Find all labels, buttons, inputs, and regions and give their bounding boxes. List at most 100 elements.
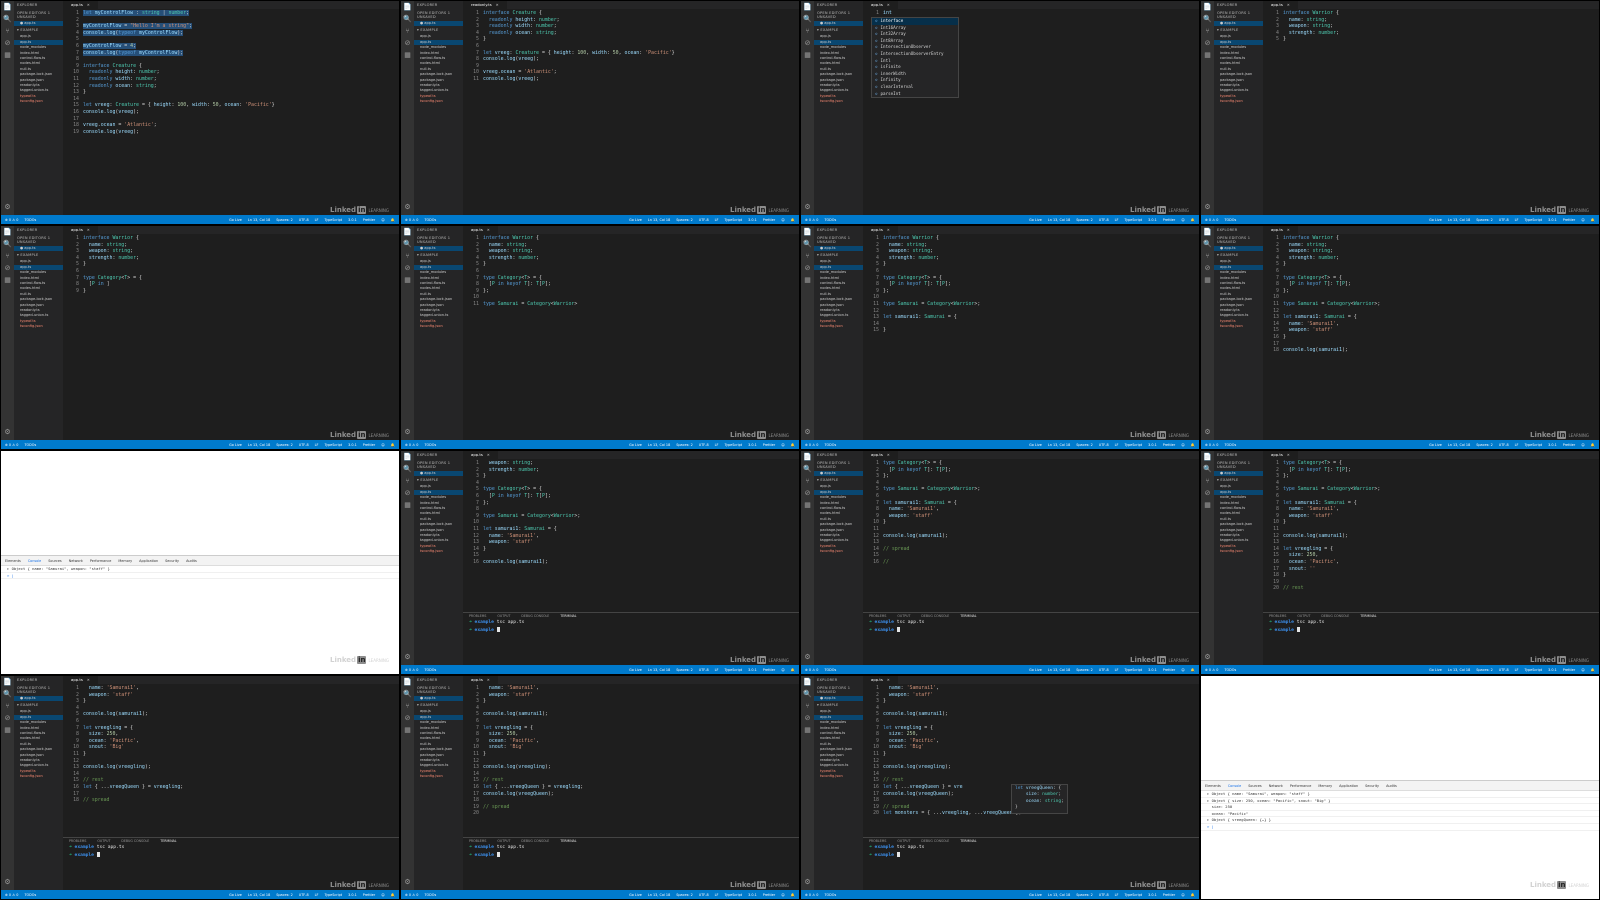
panel-tab[interactable]: OUTPUT (97, 838, 110, 845)
status-item[interactable]: Go Live (1429, 668, 1442, 672)
open-editors-header[interactable]: OPEN EDITORS 1 UNSAVED (414, 9, 463, 21)
status-item[interactable]: 🔔 (791, 668, 795, 672)
code-editor[interactable]: 1 interface Warrior {2 name: string; 3 wea… (63, 235, 399, 294)
open-editors-header[interactable]: OPEN EDITORS 1 UNSAVED (814, 459, 863, 471)
code-editor[interactable]: 1 int (863, 10, 1199, 17)
close-icon[interactable]: ✕ (887, 228, 890, 232)
video-thumbnail[interactable]: 📄 🔍 ⑂ ⊘ ▦ ⚙ EXPLORER OPEN EDITORS 1 UNSAVED ● ap… (1200, 450, 1600, 675)
close-icon[interactable]: ✕ (487, 678, 490, 682)
explorer-icon[interactable]: 📄 (1, 1, 14, 13)
status-item[interactable]: 🔔 (791, 893, 795, 897)
status-item[interactable]: Spaces: 2 (676, 893, 692, 897)
status-item[interactable]: Ln 13, Col 18 (648, 893, 670, 897)
extensions-icon[interactable]: ▦ (401, 724, 414, 736)
status-item[interactable]: Spaces: 2 (1076, 893, 1092, 897)
project-folder[interactable]: ▾ EXAMPLE (814, 26, 863, 34)
editor-tab[interactable]: app.ts ✕ (1263, 226, 1299, 234)
explorer-icon[interactable]: 📄 (801, 451, 814, 463)
autocomplete-item[interactable]: ◇ Int8Array (872, 38, 958, 45)
status-item[interactable]: 🔔 (791, 218, 795, 222)
status-item[interactable]: UTF-8 (299, 443, 309, 447)
terminal-line[interactable]: ➜ example (863, 626, 1199, 635)
file-item[interactable]: tsconfig.json (814, 324, 863, 329)
autocomplete-item[interactable]: ◇ IntersectionObserver (872, 44, 958, 51)
status-item[interactable]: TypeScript (1124, 218, 1142, 222)
status-item[interactable]: TypeScript (1524, 443, 1542, 447)
terminal-line[interactable]: ➜ example tsc app.ts (63, 845, 399, 852)
source-control-icon[interactable]: ⑂ (801, 250, 814, 262)
status-item[interactable]: 🔔 (1591, 443, 1595, 447)
status-item[interactable]: Ln 13, Col 18 (648, 218, 670, 222)
video-thumbnail[interactable]: 📄 🔍 ⑂ ⊘ ▦ ⚙ EXPLORER OPEN EDITORS 1 UNSAVED ● ap… (800, 675, 1200, 900)
autocomplete-item[interactable]: ◇ Infinity (872, 77, 958, 84)
open-editors-header[interactable]: OPEN EDITORS 1 UNSAVED (814, 234, 863, 246)
open-editors-header[interactable]: OPEN EDITORS 1 UNSAVED (1214, 234, 1263, 246)
file-item[interactable]: tsconfig.json (814, 549, 863, 554)
status-item[interactable]: Prettier (1163, 443, 1175, 447)
settings-icon[interactable]: ⚙ (401, 651, 414, 663)
settings-icon[interactable]: ⚙ (1, 201, 14, 213)
file-item[interactable]: tsconfig.json (414, 99, 463, 104)
status-item[interactable]: TODOs (1224, 668, 1236, 672)
status-item[interactable]: ☺ (1181, 443, 1185, 447)
status-item[interactable]: 3.0.1 (1148, 218, 1157, 222)
status-item[interactable]: Ln 13, Col 18 (1048, 893, 1070, 897)
panel-tab[interactable]: OUTPUT (497, 838, 510, 845)
devtools-tab[interactable]: Network (1269, 784, 1283, 788)
file-item[interactable]: tsconfig.json (814, 99, 863, 104)
settings-icon[interactable]: ⚙ (1, 876, 14, 888)
devtools-tab[interactable]: Application (139, 559, 158, 563)
panel-tab[interactable]: OUTPUT (497, 613, 510, 620)
video-thumbnail[interactable]: Elements Console Sources Network Performance… (1200, 675, 1600, 900)
status-item[interactable]: TODOs (824, 218, 836, 222)
source-control-icon[interactable]: ⑂ (1201, 250, 1214, 262)
panel-tab[interactable]: TERMINAL (560, 613, 576, 620)
source-control-icon[interactable]: ⑂ (401, 25, 414, 37)
editor-tab[interactable]: app.ts ✕ (463, 226, 499, 234)
status-item[interactable]: ⊗ 0 ⚠ 0 (405, 443, 418, 447)
status-item[interactable]: ⊗ 0 ⚠ 0 (5, 218, 18, 222)
status-item[interactable]: Prettier (363, 218, 375, 222)
devtools-tab[interactable]: Elements (1205, 784, 1221, 788)
settings-icon[interactable]: ⚙ (801, 201, 814, 213)
explorer-icon[interactable]: 📄 (801, 226, 814, 238)
debug-icon[interactable]: ⊘ (801, 712, 814, 724)
open-editors-header[interactable]: OPEN EDITORS 1 UNSAVED (14, 684, 63, 696)
video-thumbnail[interactable]: 📄 🔍 ⑂ ⊘ ▦ ⚙ EXPLORER OPEN EDITORS 1 UNSAVED ● ap… (800, 0, 1200, 225)
search-icon[interactable]: 🔍 (1201, 463, 1214, 475)
extensions-icon[interactable]: ▦ (1, 274, 14, 286)
file-item[interactable]: tsconfig.json (1214, 99, 1263, 104)
close-icon[interactable]: ✕ (487, 453, 490, 457)
status-item[interactable]: Ln 13, Col 18 (248, 893, 270, 897)
debug-icon[interactable]: ⊘ (1, 262, 14, 274)
devtools-tab[interactable]: Security (165, 559, 179, 563)
close-icon[interactable]: ✕ (1287, 228, 1290, 232)
source-control-icon[interactable]: ⑂ (1, 25, 14, 37)
status-item[interactable]: UTF-8 (299, 893, 309, 897)
status-item[interactable]: UTF-8 (699, 443, 709, 447)
source-control-icon[interactable]: ⑂ (801, 475, 814, 487)
close-icon[interactable]: ✕ (887, 453, 890, 457)
terminal-line[interactable]: ➜ example (463, 626, 799, 635)
status-item[interactable]: UTF-8 (1499, 668, 1509, 672)
status-item[interactable]: Ln 13, Col 18 (1048, 668, 1070, 672)
extensions-icon[interactable]: ▦ (401, 49, 414, 61)
file-item[interactable]: tsconfig.json (14, 324, 63, 329)
source-control-icon[interactable]: ⑂ (1201, 475, 1214, 487)
status-item[interactable]: Go Live (629, 668, 642, 672)
status-item[interactable]: Spaces: 2 (676, 443, 692, 447)
status-item[interactable]: Ln 13, Col 18 (248, 218, 270, 222)
panel-tab[interactable]: TERMINAL (560, 838, 576, 845)
search-icon[interactable]: 🔍 (1, 13, 14, 25)
search-icon[interactable]: 🔍 (801, 688, 814, 700)
source-control-icon[interactable]: ⑂ (1201, 25, 1214, 37)
status-item[interactable]: UTF-8 (1099, 668, 1109, 672)
search-icon[interactable]: 🔍 (1201, 238, 1214, 250)
terminal-line[interactable]: ➜ example tsc app.ts (863, 620, 1199, 627)
code-editor[interactable]: 1 interface Warrior {2 name: string; 3 wea… (463, 235, 799, 308)
status-item[interactable]: Ln 13, Col 18 (1448, 668, 1470, 672)
status-item[interactable]: TODOs (824, 668, 836, 672)
settings-icon[interactable]: ⚙ (1, 426, 14, 438)
status-item[interactable]: Spaces: 2 (1476, 668, 1492, 672)
panel-tab[interactable]: OUTPUT (1297, 613, 1310, 620)
